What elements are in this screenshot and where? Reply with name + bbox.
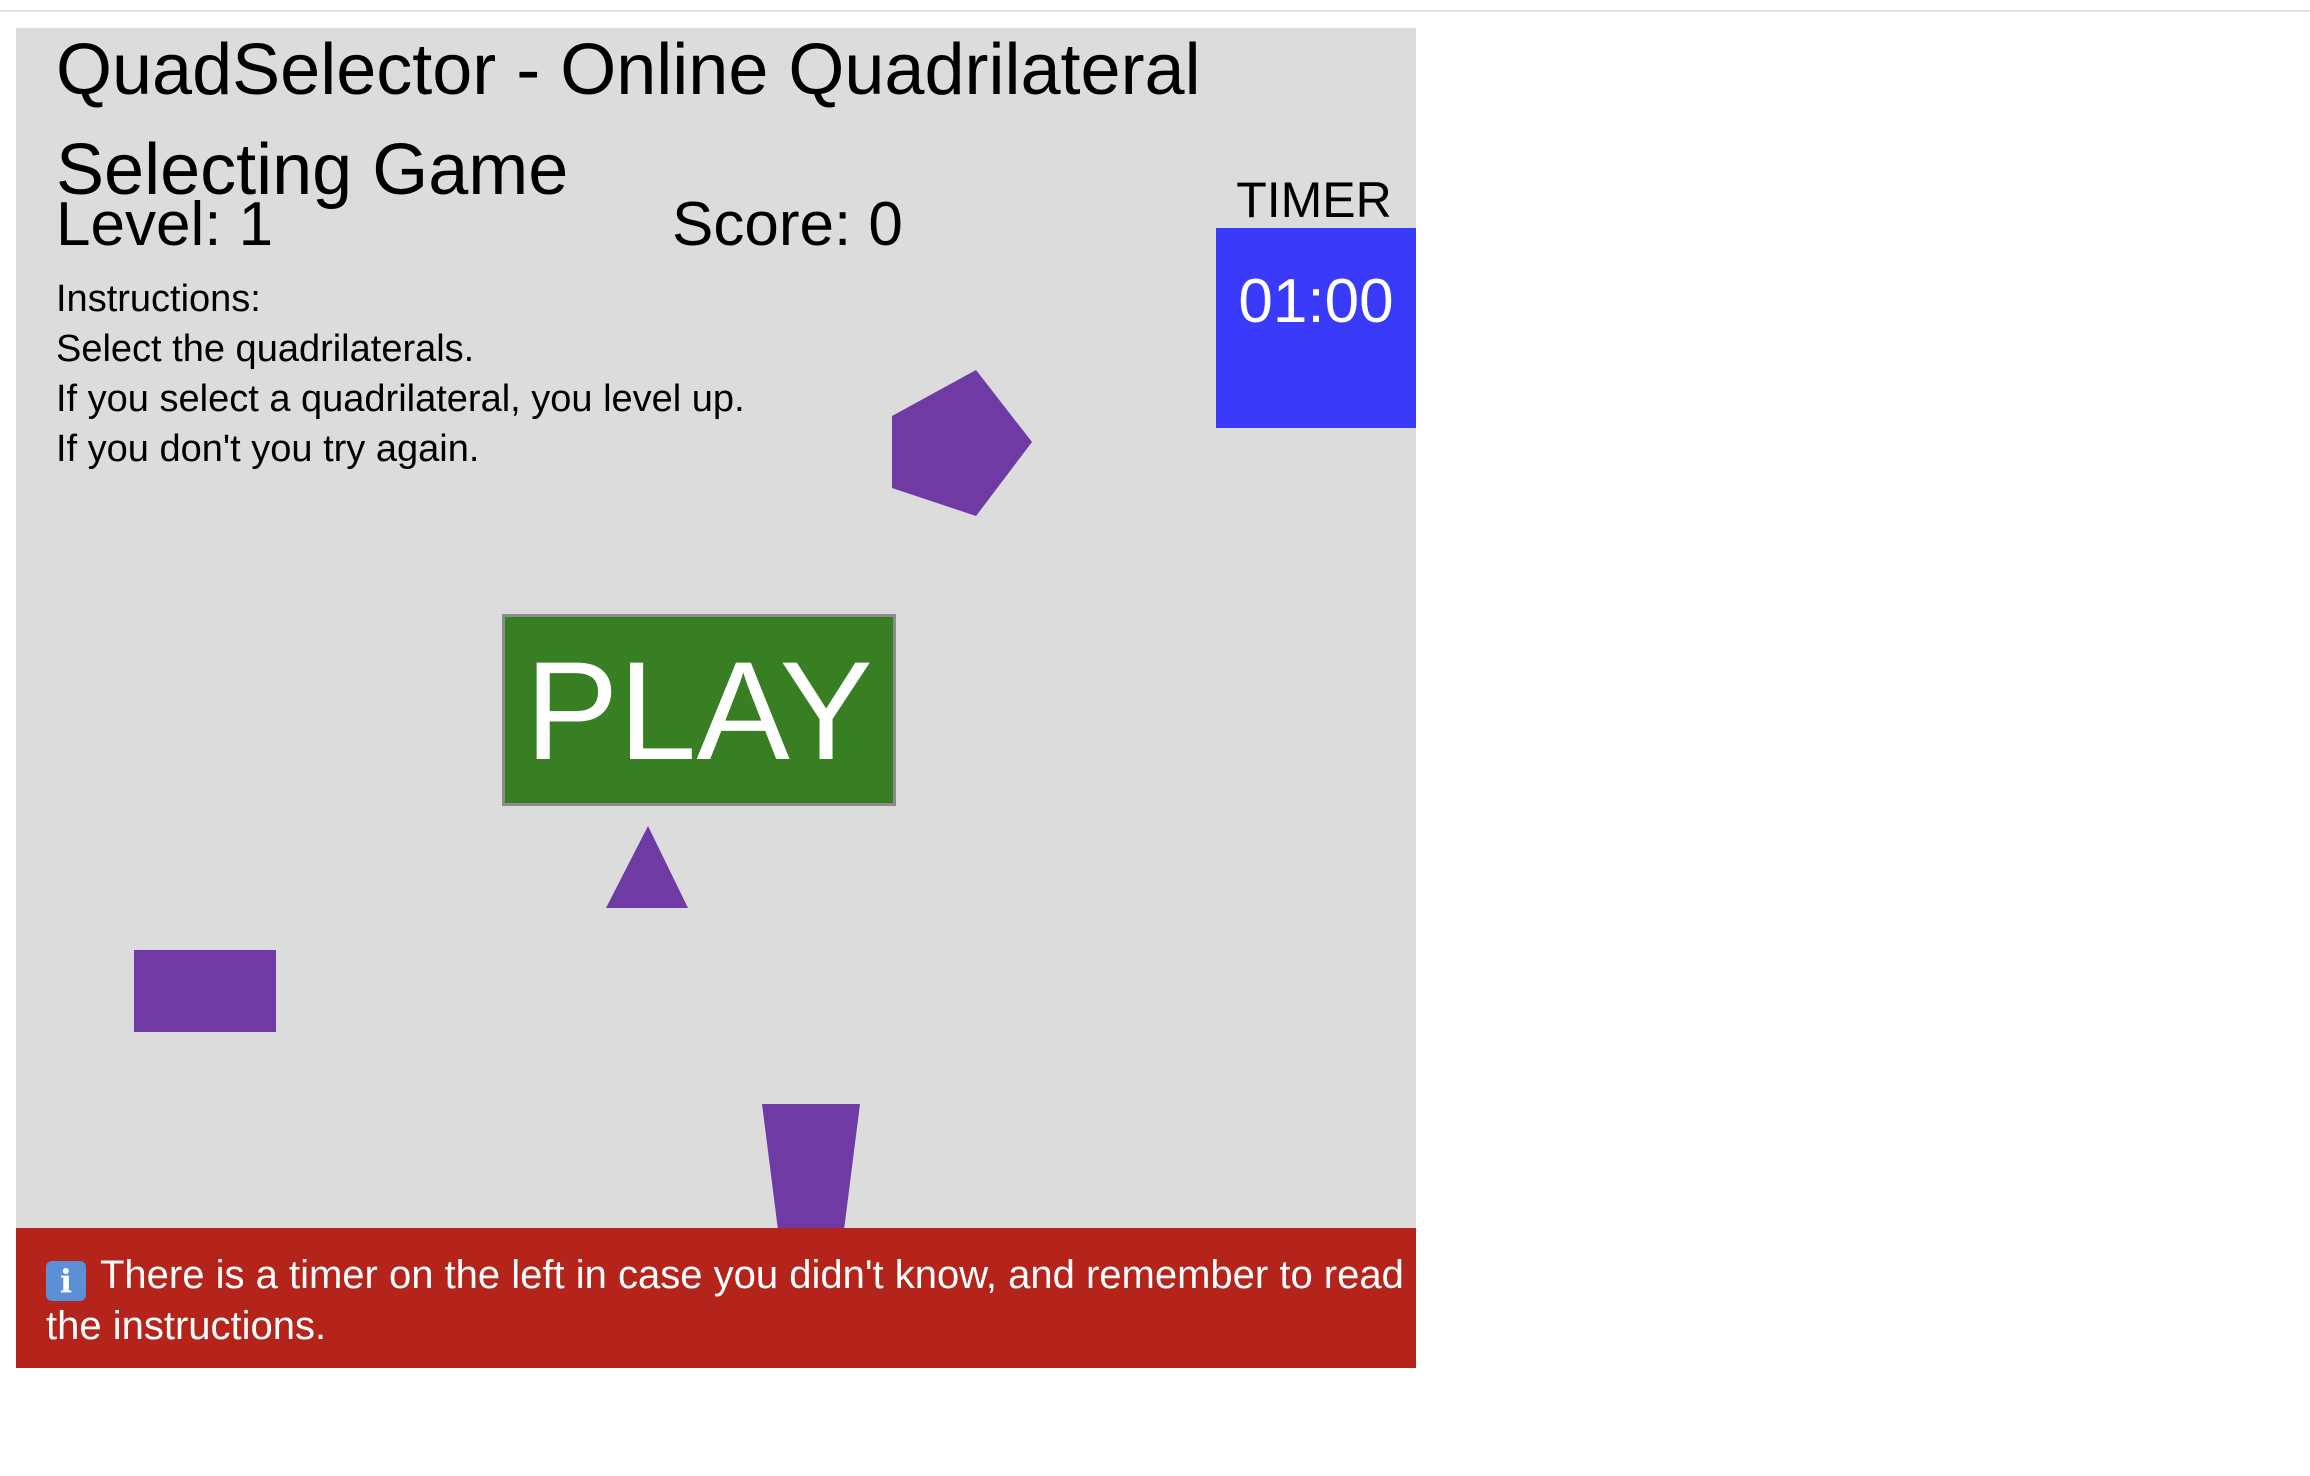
level-display: Level: 1	[56, 190, 274, 259]
pentagon-shape[interactable]	[892, 370, 1036, 522]
play-button[interactable]: PLAY	[502, 614, 896, 806]
score-display: Score: 0	[672, 190, 903, 259]
banner-message: There is a timer on the left in case you…	[46, 1253, 1404, 1348]
instructions-heading: Instructions:	[56, 278, 261, 320]
timer-box: 01:00	[1216, 228, 1416, 428]
instructions: Instructions: Select the quadrilaterals.…	[56, 274, 745, 474]
browser-top-edge	[0, 0, 2310, 12]
game-area: QuadSelector - Online Quadrilateral Sele…	[16, 28, 1416, 1368]
trapezoid-shape[interactable]	[762, 1104, 862, 1230]
rectangle-polygon[interactable]	[134, 950, 276, 1032]
rectangle-shape[interactable]	[134, 950, 276, 1034]
timer-label: TIMER	[1236, 172, 1392, 228]
instruction-line: Select the quadrilaterals.	[56, 328, 475, 370]
instruction-line: If you don't you try again.	[56, 428, 480, 470]
info-banner: i There is a timer on the left in case yo…	[16, 1228, 1416, 1368]
instruction-line: If you select a quadrilateral, you level…	[56, 378, 745, 420]
pentagon-polygon[interactable]	[892, 370, 1032, 516]
trapezoid-polygon[interactable]	[762, 1104, 860, 1230]
triangle-polygon[interactable]	[606, 826, 688, 908]
info-icon: i	[46, 1261, 86, 1301]
triangle-shape[interactable]	[606, 826, 690, 910]
timer-value: 01:00	[1238, 267, 1394, 336]
